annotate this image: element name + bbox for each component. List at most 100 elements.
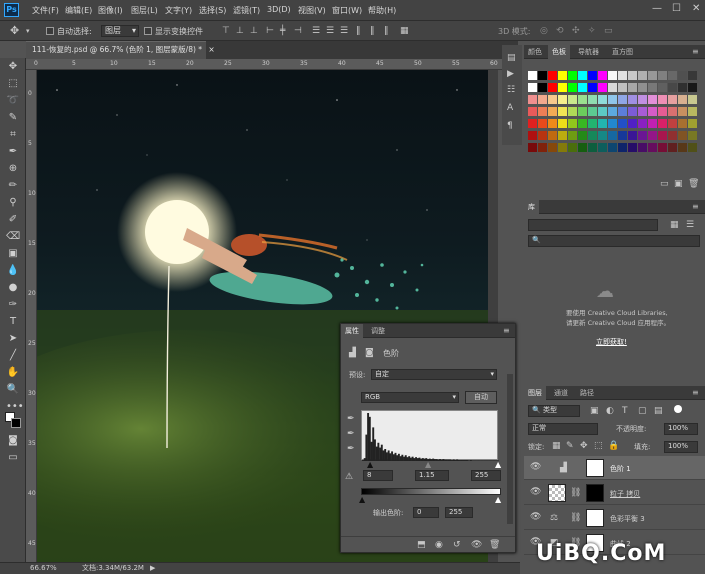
color-swatch[interactable] (608, 107, 617, 116)
color-swatch[interactable] (678, 131, 687, 140)
path-select-tool-icon[interactable]: ➤ (6, 332, 20, 346)
menu-select[interactable]: 选择(S) (199, 5, 226, 16)
crop-tool-icon[interactable]: ⌗ (6, 128, 20, 142)
blur-tool-icon[interactable]: 💧 (6, 264, 20, 278)
color-swatch[interactable] (598, 119, 607, 128)
color-swatch[interactable] (678, 107, 687, 116)
channel-dropdown[interactable]: RGB ▾ (361, 392, 459, 403)
tab-library[interactable]: 库 (524, 200, 539, 214)
filter-smart-icon[interactable]: ▤ (654, 406, 663, 416)
close-window-button[interactable]: ✕ (692, 3, 700, 14)
color-swatch[interactable] (548, 119, 557, 128)
tab-paths[interactable]: 路径 (576, 386, 598, 400)
color-swatch[interactable] (558, 71, 567, 80)
lock-transparent-icon[interactable]: ▦ (552, 441, 561, 451)
color-swatch[interactable] (528, 107, 537, 116)
color-swatch[interactable] (638, 95, 647, 104)
layer-name[interactable]: 色彩平衡 3 (610, 514, 645, 524)
move-tool-icon[interactable]: ✥ (10, 25, 19, 36)
color-swatch[interactable] (558, 131, 567, 140)
grid-view-icon[interactable]: ▦ (670, 220, 679, 230)
tab-histogram[interactable]: 直方图 (608, 45, 637, 59)
lock-all-icon[interactable]: 🔒 (608, 441, 619, 451)
color-swatch[interactable] (678, 83, 687, 92)
maximize-button[interactable]: ☐ (672, 3, 681, 14)
color-swatch[interactable] (568, 71, 577, 80)
color-swatch[interactable] (598, 131, 607, 140)
color-swatch[interactable] (558, 107, 567, 116)
visibility-eye-icon[interactable]: 👁 (530, 487, 541, 497)
new-swatch-group-icon[interactable]: ▭ (660, 179, 669, 189)
menu-3d[interactable]: 3D(D) (267, 5, 291, 14)
filter-pixel-icon[interactable]: ▣ (590, 406, 599, 416)
color-swatch[interactable] (618, 107, 627, 116)
update-now-link[interactable]: 立即获取! (596, 337, 627, 347)
color-swatch[interactable] (658, 107, 667, 116)
color-swatch[interactable] (688, 119, 697, 128)
color-swatch[interactable] (678, 143, 687, 152)
tab-channels[interactable]: 通道 (550, 386, 572, 400)
color-swatch[interactable] (618, 71, 627, 80)
color-swatch[interactable] (598, 83, 607, 92)
color-swatch[interactable] (638, 119, 647, 128)
color-swatch[interactable] (558, 143, 567, 152)
align-vcenter-icon[interactable]: ⊥ (236, 26, 244, 36)
color-swatch[interactable] (568, 107, 577, 116)
color-swatch[interactable] (688, 107, 697, 116)
actions-panel-icon[interactable]: ▶ (507, 69, 514, 79)
color-swatch[interactable] (568, 95, 577, 104)
color-swatch[interactable] (558, 83, 567, 92)
auto-button[interactable]: 自动 (465, 391, 497, 404)
history-brush-tool-icon[interactable]: ✐ (6, 213, 20, 227)
color-swatch[interactable] (588, 71, 597, 80)
color-swatch[interactable] (638, 131, 647, 140)
menu-type[interactable]: 文字(Y) (165, 5, 192, 16)
color-swatch[interactable] (658, 71, 667, 80)
distribute-center-icon[interactable]: ☰ (326, 26, 334, 36)
color-swatch[interactable] (588, 107, 597, 116)
menu-edit[interactable]: 编辑(E) (65, 5, 92, 16)
clip-to-layer-icon[interactable]: ⬒ (417, 540, 426, 550)
fill-input[interactable]: 100% (664, 441, 698, 453)
color-swatch[interactable] (568, 131, 577, 140)
color-swatch[interactable] (658, 143, 667, 152)
layer-mask-icon[interactable]: ◙ (365, 348, 374, 358)
color-swatch[interactable] (588, 95, 597, 104)
color-swatch[interactable] (638, 143, 647, 152)
character-panel-icon[interactable]: A (507, 103, 513, 113)
color-swatch[interactable] (568, 83, 577, 92)
layer-name[interactable]: 粒子 拷贝 (610, 489, 640, 499)
color-swatch[interactable] (608, 143, 617, 152)
color-swatch[interactable] (578, 131, 587, 140)
distribute-left-icon[interactable]: ‖ (356, 26, 361, 36)
auto-align-icon[interactable]: ▦ (400, 26, 409, 36)
color-swatch[interactable] (578, 95, 587, 104)
color-swatch[interactable] (628, 119, 637, 128)
distribute-top-icon[interactable]: ☰ (312, 26, 320, 36)
output-black-field[interactable]: 0 (413, 507, 439, 518)
lock-paint-icon[interactable]: ✎ (566, 441, 574, 451)
color-swatch[interactable] (648, 143, 657, 152)
zoom-level[interactable]: 66.67% (30, 563, 57, 574)
color-swatch[interactable] (538, 107, 547, 116)
tab-swatches[interactable]: 色板 (548, 45, 570, 59)
input-gamma-field[interactable]: 1.15 (415, 470, 449, 481)
paragraph-panel-icon[interactable]: ¶ (507, 121, 513, 131)
output-white-slider[interactable]: ▲ (495, 495, 501, 504)
color-swatch[interactable] (558, 95, 567, 104)
3d-rotate-icon[interactable]: ◎ (540, 26, 548, 36)
tab-color[interactable]: 颜色 (524, 45, 546, 59)
tab-properties[interactable]: 属性 (341, 324, 363, 338)
color-swatch[interactable] (588, 143, 597, 152)
color-swatch[interactable] (548, 71, 557, 80)
output-black-slider[interactable]: ▲ (359, 495, 365, 504)
lasso-tool-icon[interactable]: ➰ (6, 94, 20, 108)
color-swatch[interactable] (588, 119, 597, 128)
color-swatch[interactable] (668, 107, 677, 116)
color-swatch[interactable] (688, 95, 697, 104)
color-swatch[interactable] (548, 95, 557, 104)
layer-mask-thumbnail[interactable] (586, 459, 604, 477)
color-swatch[interactable] (578, 107, 587, 116)
color-swatch[interactable] (598, 143, 607, 152)
color-swatch[interactable] (578, 71, 587, 80)
